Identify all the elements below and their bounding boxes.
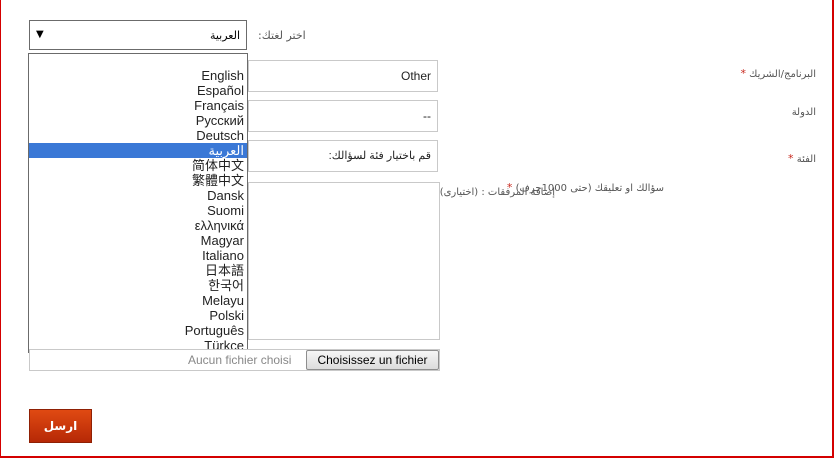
program-label: البرنامج/الشريك *: [740, 67, 816, 80]
language-dropdown-list[interactable]: English Español Français Русский Deutsch العر…: [28, 53, 248, 353]
category-value: قم باختيار فئة لسؤالك:: [328, 150, 431, 162]
question-textarea[interactable]: [248, 182, 440, 340]
category-label: الفئة *: [788, 152, 816, 165]
language-selected-value: العربية: [209, 29, 240, 42]
submit-button[interactable]: ارسل: [29, 409, 92, 443]
choose-file-button[interactable]: Choisissez un fichier: [306, 350, 439, 370]
language-option[interactable]: Português: [29, 323, 247, 338]
language-option[interactable]: ελληνικά: [29, 218, 247, 233]
language-option[interactable]: Magyar: [29, 233, 247, 248]
language-option[interactable]: Suomi: [29, 203, 247, 218]
required-marker: *: [788, 152, 794, 165]
language-option[interactable]: Deutsch: [29, 128, 247, 143]
language-option[interactable]: 简体中文: [29, 158, 247, 173]
language-label: اختر لغتك:: [258, 29, 306, 42]
category-field[interactable]: قم باختيار فئة لسؤالك:: [248, 140, 438, 172]
program-value: Other: [400, 69, 431, 83]
language-option[interactable]: Melayu: [29, 293, 247, 308]
file-status: Aucun fichier choisi: [188, 353, 292, 367]
language-option[interactable]: 한국어: [29, 278, 247, 293]
country-label: الدولة: [791, 107, 816, 118]
dropdown-arrow-icon: ▼: [36, 29, 44, 40]
language-option[interactable]: 繁體中文: [29, 173, 247, 188]
required-marker: *: [740, 67, 746, 80]
language-option[interactable]: English: [29, 68, 247, 83]
country-field[interactable]: --: [248, 100, 438, 132]
attachments-label: إضافة المرفقات : (اختيارى): [439, 187, 555, 198]
language-option[interactable]: Español: [29, 83, 247, 98]
language-option[interactable]: Dansk: [29, 188, 247, 203]
frame-left-border: [0, 0, 1, 458]
file-input[interactable]: Aucun fichier choisi Choisissez un fichi…: [29, 349, 440, 371]
language-select[interactable]: ▼ العربية: [29, 20, 247, 50]
language-option[interactable]: Italiano: [29, 248, 247, 263]
language-option[interactable]: 日本語: [29, 263, 247, 278]
language-option[interactable]: العربية: [29, 143, 247, 158]
country-value: --: [423, 109, 431, 123]
program-field[interactable]: Other: [248, 60, 438, 92]
language-option[interactable]: Polski: [29, 308, 247, 323]
language-option[interactable]: Français: [29, 98, 247, 113]
language-option[interactable]: Русский: [29, 113, 247, 128]
